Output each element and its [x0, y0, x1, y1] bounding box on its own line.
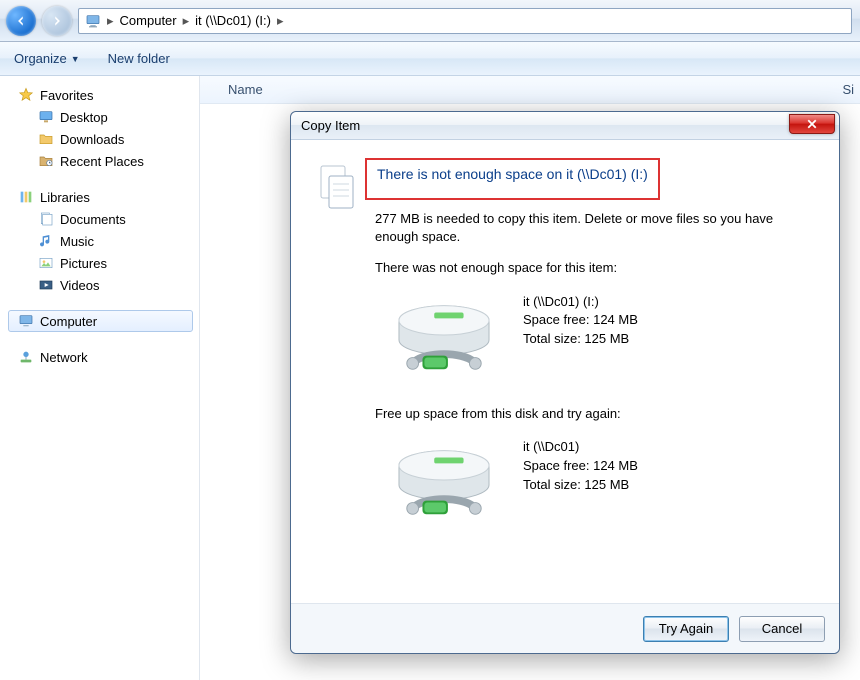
- dialog-headline: There is not enough space on it (\\Dc01)…: [377, 166, 648, 182]
- sidebar-item-videos[interactable]: Videos: [8, 274, 199, 296]
- try-again-button[interactable]: Try Again: [643, 616, 729, 642]
- address-bar[interactable]: ▸ Computer ▸ it (\\Dc01) (I:) ▸: [78, 8, 852, 34]
- drive2-free: Space free: 124 MB: [523, 457, 638, 476]
- sidebar-label: Music: [60, 234, 94, 249]
- close-button[interactable]: [789, 114, 835, 134]
- recent-icon: [38, 153, 54, 169]
- drive2-total: Total size: 125 MB: [523, 476, 638, 495]
- sidebar-label: Favorites: [40, 88, 93, 103]
- sidebar-item-pictures[interactable]: Pictures: [8, 252, 199, 274]
- dialog-freeup-text: Free up space from this disk and try aga…: [375, 405, 813, 423]
- network-drive-icon: [385, 291, 503, 383]
- organize-menu[interactable]: Organize ▼: [14, 51, 80, 66]
- drive1-name: it (\\Dc01) (I:): [523, 293, 638, 312]
- sidebar-label: Documents: [60, 212, 126, 227]
- sidebar-label: Pictures: [60, 256, 107, 271]
- sidebar-label: Downloads: [60, 132, 124, 147]
- dialog-titlebar[interactable]: Copy Item: [291, 112, 839, 140]
- organize-label: Organize: [14, 51, 67, 66]
- dialog-title: Copy Item: [301, 118, 360, 133]
- nav-forward-button[interactable]: [42, 6, 72, 36]
- copy-pages-icon: [317, 164, 357, 589]
- desktop-icon: [38, 109, 54, 125]
- drive1-free: Space free: 124 MB: [523, 311, 638, 330]
- breadcrumb-separator-icon: ▸: [107, 13, 114, 29]
- sidebar-item-desktop[interactable]: Desktop: [8, 106, 199, 128]
- explorer-toolbar: Organize ▼ New folder: [0, 42, 860, 76]
- sidebar-item-downloads[interactable]: Downloads: [8, 128, 199, 150]
- breadcrumb-computer[interactable]: Computer: [120, 13, 177, 28]
- column-size-truncated[interactable]: Si: [842, 82, 860, 97]
- cancel-button[interactable]: Cancel: [739, 616, 825, 642]
- star-icon: [18, 87, 34, 103]
- nav-pane: Favorites Desktop Downloads Recent Place…: [0, 76, 200, 680]
- chevron-down-icon: ▼: [71, 54, 80, 64]
- dialog-body: There is not enough space on it (\\Dc01)…: [291, 140, 839, 603]
- sidebar-label: Network: [40, 350, 88, 365]
- sidebar-label: Videos: [60, 278, 100, 293]
- sidebar-item-recent[interactable]: Recent Places: [8, 150, 199, 172]
- network-icon: [18, 349, 34, 365]
- computer-icon: [85, 13, 101, 29]
- nav-back-button[interactable]: [6, 6, 36, 36]
- libraries-icon: [18, 189, 34, 205]
- drive-block-2: it (\\Dc01) Space free: 124 MB Total siz…: [375, 436, 813, 528]
- sidebar-item-computer[interactable]: Computer: [8, 310, 193, 332]
- dialog-need-text: 277 MB is needed to copy this item. Dele…: [375, 210, 813, 245]
- network-drive-icon: [385, 436, 503, 528]
- drive2-name: it (\\Dc01): [523, 438, 638, 457]
- new-folder-button[interactable]: New folder: [108, 51, 170, 66]
- breadcrumb-separator-icon: ▸: [277, 13, 284, 29]
- breadcrumb-drive[interactable]: it (\\Dc01) (I:): [195, 13, 271, 28]
- music-icon: [38, 233, 54, 249]
- copy-item-dialog: Copy Item There is not enough space on i…: [290, 111, 840, 654]
- sidebar-item-music[interactable]: Music: [8, 230, 199, 252]
- sidebar-label: Desktop: [60, 110, 108, 125]
- highlight-annotation: There is not enough space on it (\\Dc01)…: [365, 158, 660, 200]
- sidebar-item-network[interactable]: Network: [8, 346, 199, 368]
- sidebar-group-libraries[interactable]: Libraries: [8, 186, 199, 208]
- computer-icon: [18, 313, 34, 329]
- pictures-icon: [38, 255, 54, 271]
- column-name[interactable]: Name: [228, 82, 448, 97]
- close-icon: [806, 118, 818, 130]
- column-header-row: Name Si: [200, 76, 860, 104]
- drive-block-1: it (\\Dc01) (I:) Space free: 124 MB Tota…: [375, 291, 813, 383]
- videos-icon: [38, 277, 54, 293]
- explorer-navbar: ▸ Computer ▸ it (\\Dc01) (I:) ▸: [0, 0, 860, 42]
- folder-icon: [38, 131, 54, 147]
- dialog-not-enough-text: There was not enough space for this item…: [375, 259, 813, 277]
- documents-icon: [38, 211, 54, 227]
- drive1-total: Total size: 125 MB: [523, 330, 638, 349]
- sidebar-label: Recent Places: [60, 154, 144, 169]
- dialog-button-row: Try Again Cancel: [291, 603, 839, 653]
- sidebar-group-favorites[interactable]: Favorites: [8, 84, 199, 106]
- sidebar-label: Libraries: [40, 190, 90, 205]
- sidebar-label: Computer: [40, 314, 97, 329]
- new-folder-label: New folder: [108, 51, 170, 66]
- sidebar-item-documents[interactable]: Documents: [8, 208, 199, 230]
- breadcrumb-separator-icon: ▸: [183, 13, 190, 29]
